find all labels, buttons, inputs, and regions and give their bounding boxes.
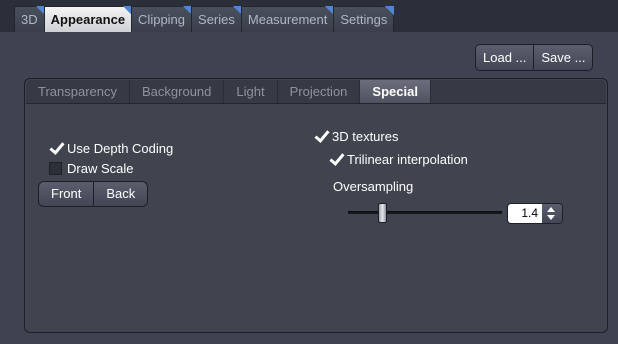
draw-scale-checkbox[interactable]: Draw Scale: [49, 160, 133, 176]
arrow-up-icon[interactable]: [547, 207, 555, 212]
oversampling-spinbox[interactable]: 1.4: [507, 203, 563, 224]
checkmark-icon: [314, 130, 327, 143]
save-button[interactable]: Save ...: [533, 45, 592, 70]
checkbox-empty-icon: [49, 161, 62, 175]
3d-textures-checkbox[interactable]: 3D textures: [314, 128, 398, 144]
front-back-toggle: Front Back: [38, 181, 149, 207]
3d-textures-label: 3D textures: [332, 128, 399, 144]
tab-3d[interactable]: 3D: [14, 6, 45, 32]
subtab-projection[interactable]: Projection: [278, 80, 361, 103]
oversampling-value[interactable]: 1.4: [508, 204, 542, 223]
tab-appearance[interactable]: Appearance: [43, 6, 133, 32]
tab-clipping-label: Clipping: [138, 12, 186, 27]
top-bar: 3D Appearance Clipping Series Measuremen…: [0, 0, 618, 32]
checkmark-icon: [49, 142, 62, 155]
tab-measurement[interactable]: Measurement: [240, 6, 335, 32]
subtab-light[interactable]: Light: [224, 80, 278, 103]
load-button[interactable]: Load ...: [476, 45, 533, 70]
checkmark-icon: [329, 153, 342, 166]
trilinear-interpolation-checkbox[interactable]: Trilinear interpolation: [329, 151, 468, 167]
sub-tab-bar: Transparency Background Light Projection…: [26, 80, 606, 104]
tab-series[interactable]: Series: [191, 6, 242, 32]
oversampling-label: Oversampling: [333, 179, 414, 194]
oversampling-slider-track[interactable]: [348, 211, 502, 214]
tab-measurement-label: Measurement: [247, 12, 328, 27]
oversampling-slider-handle[interactable]: [378, 203, 387, 223]
tab-settings[interactable]: Settings: [333, 6, 395, 32]
subtab-special[interactable]: Special: [360, 80, 431, 103]
load-save-group: Load ... Save ...: [475, 44, 594, 71]
spin-arrows[interactable]: [542, 204, 562, 223]
back-button[interactable]: Back: [93, 182, 147, 206]
front-button[interactable]: Front: [39, 182, 93, 206]
trilinear-interpolation-label: Trilinear interpolation: [347, 151, 468, 167]
arrow-down-icon[interactable]: [547, 215, 555, 220]
use-depth-coding-checkbox[interactable]: Use Depth Coding: [49, 140, 173, 156]
tab-appearance-label: Appearance: [50, 12, 126, 27]
use-depth-coding-label: Use Depth Coding: [67, 140, 174, 156]
subtab-background[interactable]: Background: [130, 80, 225, 103]
subtab-transparency[interactable]: Transparency: [26, 80, 130, 103]
tab-marker-icon: [385, 6, 395, 15]
tab-series-label: Series: [198, 12, 235, 27]
draw-scale-label: Draw Scale: [67, 160, 134, 176]
tab-settings-label: Settings: [340, 12, 388, 27]
top-tab-bar: 3D Appearance Clipping Series Measuremen…: [14, 6, 395, 32]
tab-clipping[interactable]: Clipping: [131, 6, 193, 32]
